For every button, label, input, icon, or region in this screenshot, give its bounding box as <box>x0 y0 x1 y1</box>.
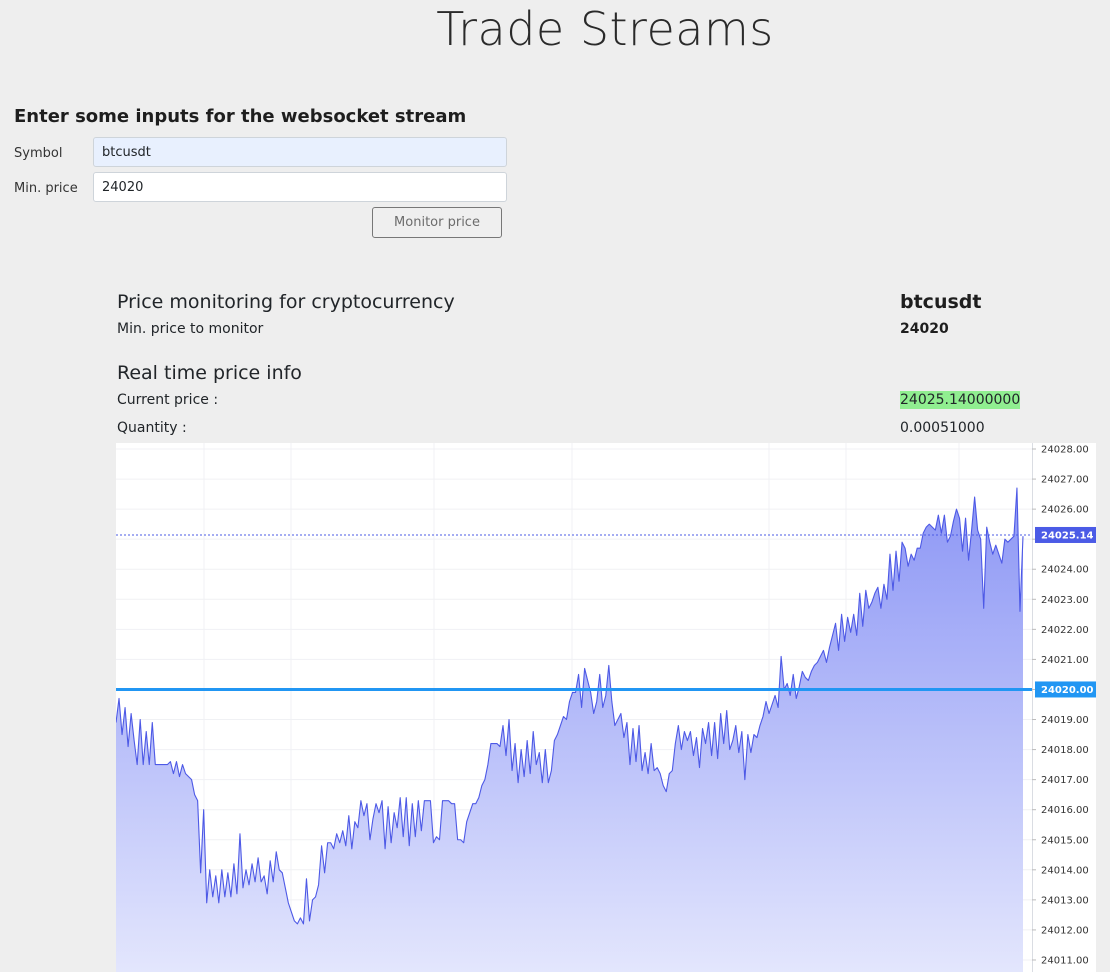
y-tick-label: 24022.00 <box>1041 625 1089 636</box>
y-tick-label: 24018.00 <box>1041 745 1089 756</box>
min-price-monitor-value: 24020 <box>900 321 949 337</box>
y-tick-label: 24011.00 <box>1041 955 1089 966</box>
realtime-heading: Real time price info <box>117 362 302 384</box>
monitor-heading: Price monitoring for cryptocurrency <box>117 291 455 313</box>
min-price-input[interactable] <box>93 172 507 202</box>
min-price-badge-text: 24020.00 <box>1041 685 1094 696</box>
min-price-label: Min. price <box>14 181 78 196</box>
current-price-value: 24025.14000000 <box>900 391 1021 409</box>
y-tick-label: 24017.00 <box>1041 775 1089 786</box>
y-tick-label: 24013.00 <box>1041 895 1089 906</box>
y-tick-label: 24015.00 <box>1041 835 1089 846</box>
quantity-value: 0.00051000 <box>900 420 985 436</box>
monitor-price-button[interactable]: Monitor price <box>372 207 502 238</box>
quantity-label: Quantity : <box>117 420 187 436</box>
y-tick-label: 24019.00 <box>1041 715 1089 726</box>
current-price-label: Current price : <box>117 392 219 408</box>
last-price-badge-text: 24025.14 <box>1041 530 1094 541</box>
y-tick-label: 24016.00 <box>1041 805 1089 816</box>
current-price-highlight: 24025.14000000 <box>900 391 1021 409</box>
price-chart-svg[interactable]: 24028.0024027.0024026.0024025.0024024.00… <box>116 443 1096 972</box>
min-price-monitor-label: Min. price to monitor <box>117 321 264 337</box>
y-tick-label: 24026.00 <box>1041 505 1089 516</box>
y-tick-label: 24021.00 <box>1041 655 1089 666</box>
y-tick-label: 24027.00 <box>1041 475 1089 486</box>
monitored-symbol: btcusdt <box>900 291 982 313</box>
y-tick-label: 24024.00 <box>1041 565 1089 576</box>
page-title: Trade Streams <box>436 2 774 56</box>
price-chart[interactable]: 24028.0024027.0024026.0024025.0024024.00… <box>116 443 1096 972</box>
symbol-label: Symbol <box>14 146 63 161</box>
y-tick-label: 24014.00 <box>1041 865 1089 876</box>
symbol-input[interactable] <box>93 137 507 167</box>
y-tick-label: 24012.00 <box>1041 925 1089 936</box>
form-heading: Enter some inputs for the websocket stre… <box>14 106 467 127</box>
y-tick-label: 24028.00 <box>1041 445 1089 456</box>
price-area <box>116 488 1023 972</box>
y-tick-label: 24023.00 <box>1041 595 1089 606</box>
